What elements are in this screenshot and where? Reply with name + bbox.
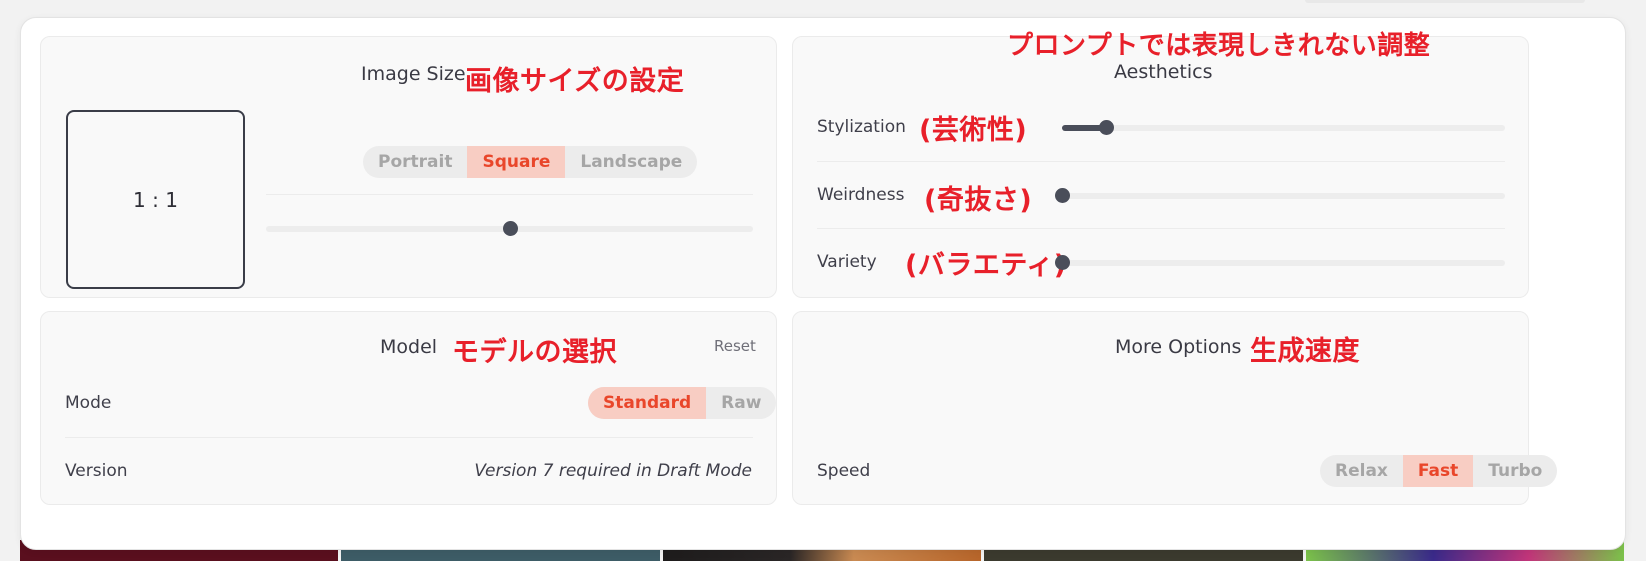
- stylization-label: Stylization: [817, 117, 906, 137]
- model-title: Model: [380, 336, 438, 358]
- more-options-annotation: 生成速度: [1250, 336, 1360, 367]
- aspect-ratio-preview[interactable]: 1 : 1: [66, 110, 245, 289]
- mode-raw-option[interactable]: Raw: [706, 387, 776, 419]
- mode-label: Mode: [65, 393, 112, 413]
- stylization-annotation: (芸術性): [919, 115, 1028, 146]
- more-options-card: More Options 生成速度 Speed Relax Fast Turbo: [792, 311, 1558, 505]
- speed-relax-option[interactable]: Relax: [1320, 455, 1403, 487]
- settings-panel: Image Size 画像サイズの設定 1 : 1 Portrait Squar…: [20, 17, 1626, 550]
- weirdness-label: Weirdness: [817, 185, 905, 205]
- version-label: Version: [65, 461, 128, 481]
- orientation-selector: Portrait Square Landscape: [363, 146, 698, 178]
- model-annotation: モデルの選択: [452, 337, 617, 368]
- top-bar-edge: [1305, 0, 1585, 3]
- aspect-ratio-text: 1 : 1: [133, 187, 178, 212]
- aesthetics-card: Aesthetics Stylization (芸術性) Weirdness (…: [792, 36, 1529, 298]
- variety-slider-thumb[interactable]: [1055, 255, 1070, 270]
- version-note: Version 7 required in Draft Mode: [474, 461, 752, 481]
- stylization-slider[interactable]: [1062, 120, 1505, 135]
- mode-selector: Standard Raw: [588, 387, 777, 419]
- image-size-divider: [266, 194, 753, 195]
- mode-standard-option[interactable]: Standard: [588, 387, 707, 419]
- stylization-slider-thumb[interactable]: [1099, 120, 1115, 135]
- aesthetics-divider: [817, 161, 1505, 162]
- orientation-square-option[interactable]: Square: [467, 146, 566, 178]
- speed-label: Speed: [817, 461, 871, 481]
- more-options-title: More Options: [1115, 336, 1242, 358]
- model-card: Model モデルの選択 Reset Mode Standard Raw Ver…: [40, 311, 777, 505]
- aesthetics-title: Aesthetics: [1114, 61, 1213, 83]
- variety-annotation: (バラエティ): [905, 250, 1067, 281]
- orientation-landscape-option[interactable]: Landscape: [565, 146, 697, 178]
- weirdness-slider[interactable]: [1055, 188, 1505, 203]
- orientation-portrait-option[interactable]: Portrait: [363, 146, 467, 178]
- weirdness-annotation: (奇抜さ): [924, 185, 1033, 216]
- image-size-title: Image Size: [361, 63, 466, 85]
- weirdness-slider-thumb[interactable]: [1055, 188, 1070, 203]
- variety-slider[interactable]: [1055, 255, 1505, 270]
- aesthetics-divider: [817, 228, 1505, 229]
- model-divider: [65, 437, 753, 438]
- aspect-ratio-slider-thumb[interactable]: [502, 221, 518, 236]
- speed-selector: Relax Fast Turbo: [1320, 455, 1558, 487]
- variety-label: Variety: [817, 252, 877, 272]
- aesthetics-annotation: プロンプトでは表現しきれない調整: [1007, 31, 1431, 61]
- image-size-card: Image Size 画像サイズの設定 1 : 1 Portrait Squar…: [40, 36, 777, 298]
- reset-button[interactable]: Reset: [714, 337, 756, 355]
- speed-fast-option[interactable]: Fast: [1402, 455, 1474, 487]
- speed-turbo-option[interactable]: Turbo: [1473, 455, 1557, 487]
- aspect-ratio-slider[interactable]: [266, 221, 753, 236]
- image-size-annotation: 画像サイズの設定: [465, 66, 685, 97]
